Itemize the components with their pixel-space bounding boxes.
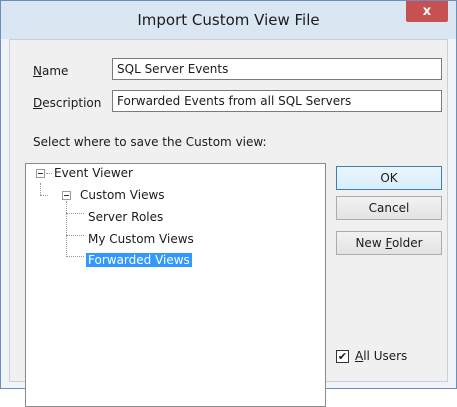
new-folder-label-rest: older — [391, 236, 423, 250]
description-label-accesskey: D — [33, 96, 43, 110]
tree-connector — [66, 201, 67, 257]
save-location-label: Select where to save the Custom view: — [33, 135, 267, 149]
tree-node-label: Forwarded Views — [86, 253, 192, 267]
tree-connector — [66, 213, 84, 214]
tree-node-server-roles[interactable]: Server Roles — [88, 208, 163, 226]
tree-node-label: Server Roles — [88, 210, 164, 224]
tree-node-label: My Custom Views — [88, 232, 194, 246]
name-label-text: ame — [41, 64, 69, 78]
close-icon: x — [422, 4, 432, 19]
all-users-checkbox[interactable]: ✔ — [336, 350, 349, 363]
all-users-label-text: ll Users — [363, 349, 408, 363]
collapse-icon[interactable] — [62, 191, 71, 200]
tree-connector — [46, 173, 52, 174]
tree-connector — [66, 235, 84, 236]
tree-node-my-custom-views[interactable]: My Custom Views — [88, 230, 194, 248]
import-custom-view-dialog: Import Custom View File x Name Descripti… — [0, 0, 457, 407]
tree-connector — [40, 183, 41, 195]
tree-node-forwarded-views[interactable]: Forwarded Views — [86, 251, 192, 269]
close-button[interactable]: x — [406, 1, 448, 22]
dialog-title: Import Custom View File — [137, 11, 320, 29]
tree-node-label: Event Viewer — [54, 166, 133, 180]
all-users-accesskey: A — [355, 349, 364, 363]
checkmark-icon: ✔ — [337, 350, 348, 363]
description-label: Description — [33, 96, 101, 110]
tree-node-custom-views[interactable]: Custom Views — [80, 186, 165, 204]
new-folder-button[interactable]: New Folder — [336, 231, 442, 255]
name-label: Name — [33, 64, 68, 78]
name-label-accesskey: N — [33, 64, 42, 78]
all-users-label: All Users — [355, 349, 407, 363]
collapse-icon[interactable] — [36, 169, 45, 178]
description-label-text: escription — [42, 96, 102, 110]
folder-tree[interactable]: Event Viewer Custom Views Server Roles M… — [25, 163, 326, 407]
tree-node-label: Custom Views — [80, 188, 165, 202]
ok-button[interactable]: OK — [336, 166, 442, 190]
new-folder-label-prefix: New — [355, 236, 386, 250]
cancel-button[interactable]: Cancel — [336, 196, 442, 220]
description-input[interactable] — [112, 90, 442, 112]
tree-connector — [40, 195, 48, 196]
name-input[interactable] — [112, 58, 442, 80]
title-bar[interactable]: Import Custom View File x — [1, 1, 456, 39]
tree-node-event-viewer[interactable]: Event Viewer — [54, 164, 133, 182]
tree-connector — [66, 256, 84, 257]
